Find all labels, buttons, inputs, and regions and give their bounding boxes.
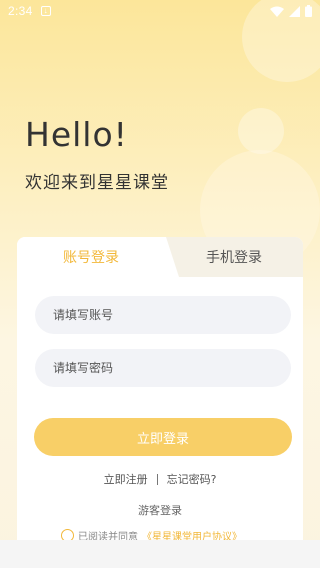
guest-login-link[interactable]: 游客登录: [17, 502, 303, 518]
link-divider: [156, 473, 158, 485]
forgot-password-link[interactable]: 忘记密码?: [167, 471, 217, 487]
greeting-subtitle: 欢迎来到星星课堂: [25, 173, 169, 193]
tab-account-login[interactable]: 账号登录: [17, 237, 165, 277]
greeting-title: Hello!: [25, 115, 128, 154]
status-bar: 2:34 ↓: [0, 0, 320, 22]
signal-icon: [289, 5, 300, 17]
login-card: 账号登录 手机登录 立即登录 立即注册 忘记密码? 游客登录 已阅读并同意 《星…: [17, 237, 303, 557]
login-tabs: 账号登录 手机登录: [17, 237, 303, 277]
battery-icon: [305, 5, 312, 17]
status-time: 2:34: [8, 4, 33, 18]
status-icons: [270, 5, 312, 17]
account-input[interactable]: [35, 296, 291, 334]
login-button[interactable]: 立即登录: [34, 418, 292, 456]
decor-bubble: [238, 108, 284, 154]
tab-phone-login[interactable]: 手机登录: [165, 237, 303, 277]
wifi-icon: [270, 6, 284, 17]
download-icon: ↓: [40, 6, 51, 16]
bottom-navigation-area: [0, 540, 320, 568]
register-link[interactable]: 立即注册: [104, 471, 148, 487]
auth-links: 立即注册 忘记密码?: [17, 471, 303, 487]
password-input[interactable]: [35, 349, 291, 387]
